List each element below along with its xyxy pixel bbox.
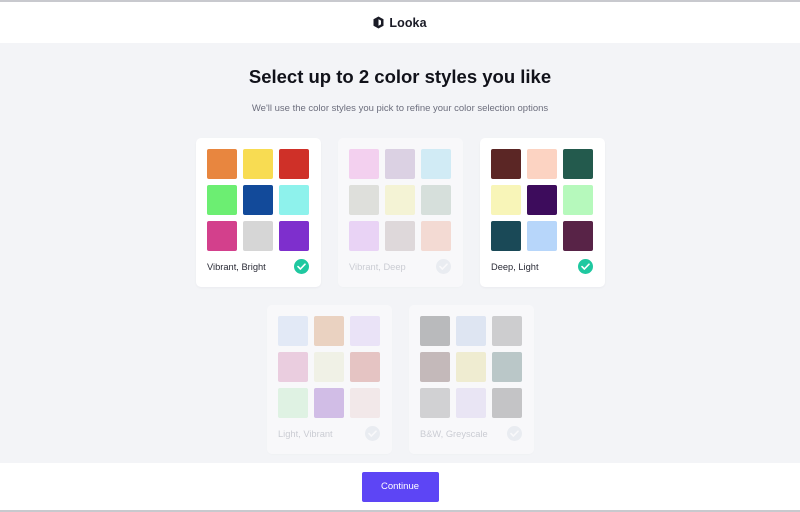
footer-bar: Continue — [0, 463, 800, 510]
color-swatch — [385, 185, 415, 215]
color-swatch — [527, 221, 557, 251]
style-card-vibrant-bright[interactable]: Vibrant, Bright — [196, 138, 321, 287]
color-swatch — [279, 221, 309, 251]
color-swatch — [492, 388, 522, 418]
swatch-grid — [349, 149, 451, 251]
style-card-bw-greyscale[interactable]: B&W, Greyscale — [409, 305, 534, 454]
style-card-deep-light[interactable]: Deep, Light — [480, 138, 605, 287]
color-swatch — [279, 149, 309, 179]
color-swatch — [456, 316, 486, 346]
color-swatch — [421, 149, 451, 179]
color-swatch — [563, 149, 593, 179]
check-icon — [294, 259, 309, 274]
color-swatch — [385, 221, 415, 251]
style-card-label: Deep, Light — [491, 262, 539, 272]
color-swatch — [349, 149, 379, 179]
swatch-grid — [207, 149, 309, 251]
page-subtitle: We'll use the color styles you pick to r… — [251, 103, 549, 114]
color-swatch — [350, 388, 380, 418]
color-swatch — [349, 221, 379, 251]
style-card-light-vibrant[interactable]: Light, Vibrant — [267, 305, 392, 454]
color-swatch — [492, 352, 522, 382]
continue-button[interactable]: Continue — [361, 471, 439, 502]
check-icon — [507, 426, 522, 441]
color-swatch — [420, 388, 450, 418]
color-swatch — [349, 185, 379, 215]
color-swatch — [563, 221, 593, 251]
color-swatch — [527, 185, 557, 215]
color-swatch — [491, 221, 521, 251]
check-icon — [365, 426, 380, 441]
color-swatch — [314, 316, 344, 346]
color-swatch — [243, 221, 273, 251]
color-swatch — [491, 149, 521, 179]
color-swatch — [563, 185, 593, 215]
color-swatch — [350, 352, 380, 382]
color-swatch — [279, 185, 309, 215]
color-swatch — [385, 149, 415, 179]
swatch-grid — [491, 149, 593, 251]
style-card-vibrant-deep[interactable]: Vibrant, Deep — [338, 138, 463, 287]
color-swatch — [243, 185, 273, 215]
color-swatch — [421, 221, 451, 251]
color-swatch — [243, 149, 273, 179]
header-bar: Looka — [0, 2, 800, 43]
color-swatch — [456, 352, 486, 382]
looka-logo[interactable]: Looka — [373, 15, 427, 30]
style-card-label: Light, Vibrant — [278, 429, 333, 439]
color-swatch — [527, 149, 557, 179]
swatch-grid — [420, 316, 522, 418]
logo-wordmark: Looka — [389, 15, 427, 30]
style-card-label: B&W, Greyscale — [420, 429, 488, 439]
swatch-grid — [278, 316, 380, 418]
style-card-label: Vibrant, Deep — [349, 262, 406, 272]
color-swatch — [278, 352, 308, 382]
looka-logo-icon — [373, 16, 384, 29]
color-swatch — [456, 388, 486, 418]
color-swatch — [492, 316, 522, 346]
color-swatch — [207, 221, 237, 251]
color-swatch — [314, 352, 344, 382]
color-swatch — [314, 388, 344, 418]
color-swatch — [420, 352, 450, 382]
color-swatch — [350, 316, 380, 346]
color-swatch — [207, 185, 237, 215]
color-swatch — [491, 185, 521, 215]
page-title: Select up to 2 color styles you like — [248, 66, 552, 87]
style-card-label: Vibrant, Bright — [207, 262, 266, 272]
color-swatch — [420, 316, 450, 346]
check-icon — [436, 259, 451, 274]
color-swatch — [207, 149, 237, 179]
color-swatch — [278, 388, 308, 418]
color-swatch — [278, 316, 308, 346]
check-icon — [578, 259, 593, 274]
color-swatch — [421, 185, 451, 215]
